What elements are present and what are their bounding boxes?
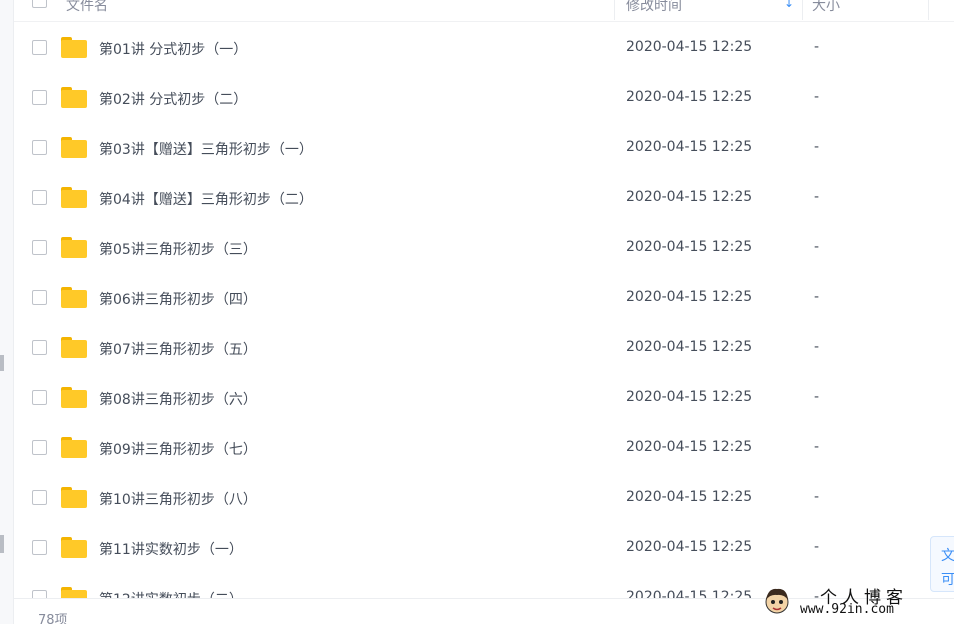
folder-icon: [61, 487, 87, 508]
column-separator: [614, 0, 615, 20]
folder-icon: [61, 187, 87, 208]
column-header-modified[interactable]: 修改时间: [626, 0, 682, 15]
file-name[interactable]: 第09讲三角形初步（七）: [99, 439, 257, 459]
row-checkbox[interactable]: [32, 290, 47, 305]
file-list-header: 文件名 修改时间 ↓ 大小: [14, 0, 954, 22]
row-checkbox[interactable]: [32, 440, 47, 455]
file-size: -: [814, 439, 820, 455]
file-size: -: [814, 389, 820, 405]
modified-date: 2020-04-15 12:25: [626, 289, 753, 305]
file-list: 第01讲 分式初步（一） 2020-04-15 12:25- 第02讲 分式初步（二…: [14, 23, 954, 598]
file-size: -: [814, 239, 820, 255]
file-size: -: [814, 89, 820, 105]
watermark-url: www.92in.com: [800, 602, 894, 617]
file-row[interactable]: 第09讲三角形初步（七） 2020-04-15 12:25 -: [14, 423, 954, 473]
row-checkbox[interactable]: [32, 490, 47, 505]
side-tooltip-text: 文: [941, 548, 954, 564]
modified-date: 2020-04-15 12:25: [626, 489, 753, 505]
folder-icon: [61, 587, 87, 598]
file-row[interactable]: 第03讲【赠送】三角形初步（一） 2020-04-15 12:25 -: [14, 123, 954, 173]
sidebar-scroll-mark: [0, 535, 4, 553]
file-row[interactable]: 第10讲三角形初步（八） 2020-04-15 12:25 -: [14, 473, 954, 523]
file-size: -: [814, 539, 820, 555]
file-row[interactable]: 第02讲 分式初步（二） 2020-04-15 12:25 -: [14, 73, 954, 123]
folder-icon: [61, 387, 87, 408]
file-name[interactable]: 第06讲三角形初步（四）: [99, 289, 257, 309]
row-checkbox[interactable]: [32, 240, 47, 255]
file-size: -: [814, 339, 820, 355]
folder-icon: [61, 337, 87, 358]
sidebar-scroll-mark: [0, 355, 4, 371]
file-row[interactable]: 第07讲三角形初步（五） 2020-04-15 12:25 -: [14, 323, 954, 373]
select-all-checkbox[interactable]: [32, 0, 47, 8]
file-size: -: [814, 189, 820, 205]
modified-date: 2020-04-15 12:25: [626, 389, 753, 405]
row-checkbox[interactable]: [32, 340, 47, 355]
file-name[interactable]: 第07讲三角形初步（五）: [99, 339, 257, 359]
modified-date: 2020-04-15 12:25: [626, 539, 753, 555]
folder-icon: [61, 237, 87, 258]
column-separator: [928, 0, 929, 20]
watermark-logo: 个人博客 www.92in.com: [760, 580, 954, 620]
modified-date: 2020-04-15 12:25: [626, 439, 753, 455]
modified-date: 2020-04-15 12:25: [626, 139, 753, 155]
folder-icon: [61, 537, 87, 558]
modified-date: 2020-04-15 12:25: [626, 239, 753, 255]
file-name[interactable]: 第01讲 分式初步（一）: [99, 39, 247, 59]
row-checkbox[interactable]: [32, 90, 47, 105]
file-row[interactable]: 第11讲实数初步（一） 2020-04-15 12:25 -: [14, 523, 954, 573]
left-sidebar-edge: [0, 0, 14, 624]
file-row[interactable]: 第05讲三角形初步（三） 2020-04-15 12:25 -: [14, 223, 954, 273]
file-row[interactable]: 第06讲三角形初步（四） 2020-04-15 12:25 -: [14, 273, 954, 323]
row-checkbox[interactable]: [32, 190, 47, 205]
column-header-name[interactable]: 文件名: [66, 0, 108, 15]
sort-descending-icon[interactable]: ↓: [784, 0, 794, 10]
file-row[interactable]: 第04讲【赠送】三角形初步（二） 2020-04-15 12:25 -: [14, 173, 954, 223]
file-name[interactable]: 第08讲三角形初步（六）: [99, 389, 257, 409]
file-size: -: [814, 289, 820, 305]
folder-icon: [61, 437, 87, 458]
folder-icon: [61, 137, 87, 158]
file-name[interactable]: 第10讲三角形初步（八）: [99, 489, 257, 509]
file-name[interactable]: 第02讲 分式初步（二）: [99, 89, 247, 109]
folder-icon: [61, 287, 87, 308]
file-size: -: [814, 139, 820, 155]
column-header-size[interactable]: 大小: [812, 0, 840, 15]
modified-date: 2020-04-15 12:25: [626, 39, 753, 55]
file-size: -: [814, 39, 820, 55]
file-size: -: [814, 489, 820, 505]
row-checkbox[interactable]: [32, 590, 47, 598]
row-checkbox[interactable]: [32, 540, 47, 555]
modified-date: 2020-04-15 12:25: [626, 189, 753, 205]
folder-icon: [61, 87, 87, 108]
file-name[interactable]: 第12讲实数初步（二）: [99, 589, 243, 598]
file-name[interactable]: 第03讲【赠送】三角形初步（一）: [99, 139, 313, 159]
folder-icon: [61, 37, 87, 58]
file-name[interactable]: 第05讲三角形初步（三）: [99, 239, 257, 259]
file-name[interactable]: 第11讲实数初步（一）: [99, 539, 243, 559]
modified-date: 2020-04-15 12:25: [626, 589, 753, 598]
file-row[interactable]: 第01讲 分式初步（一） 2020-04-15 12:25 -: [14, 23, 954, 73]
column-separator: [802, 0, 803, 20]
row-checkbox[interactable]: [32, 140, 47, 155]
file-name[interactable]: 第04讲【赠送】三角形初步（二）: [99, 189, 313, 209]
item-count: 78项: [38, 613, 68, 624]
row-checkbox[interactable]: [32, 40, 47, 55]
file-row[interactable]: 第08讲三角形初步（六） 2020-04-15 12:25 -: [14, 373, 954, 423]
modified-date: 2020-04-15 12:25: [626, 89, 753, 105]
modified-date: 2020-04-15 12:25: [626, 339, 753, 355]
cartoon-face-icon: [765, 588, 789, 614]
row-checkbox[interactable]: [32, 390, 47, 405]
